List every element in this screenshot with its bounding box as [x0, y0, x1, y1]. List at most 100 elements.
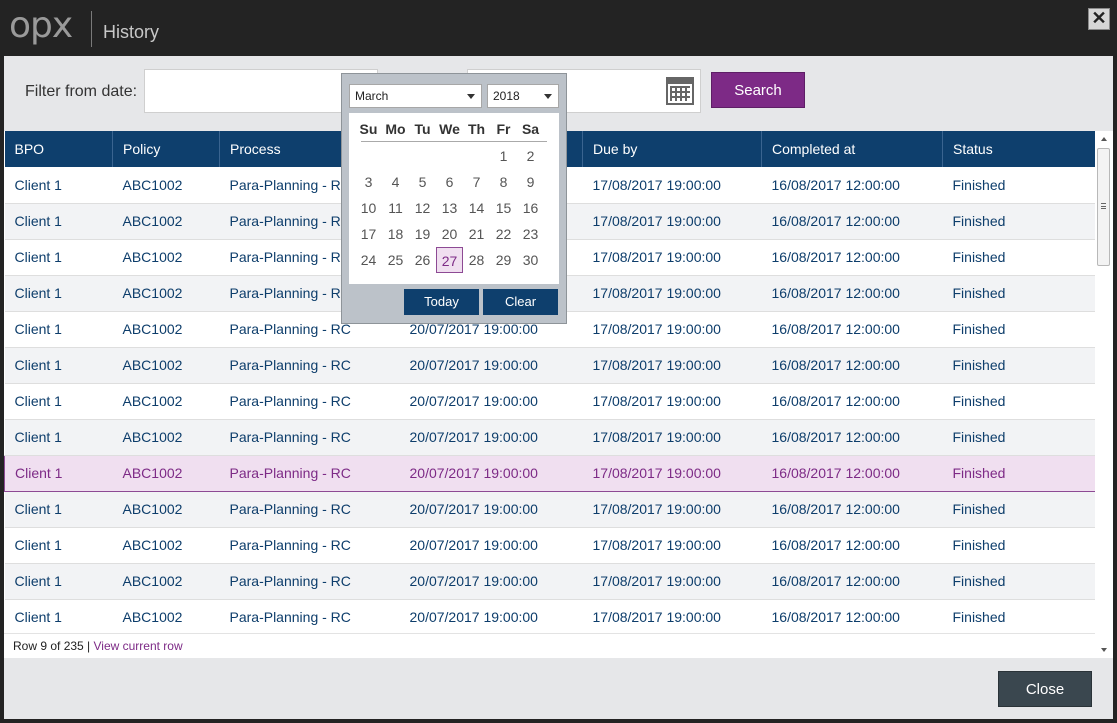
calendar-day[interactable]: 25 — [382, 247, 409, 273]
calendar-day[interactable]: 3 — [355, 169, 382, 195]
table-cell: 17/08/2017 19:00:00 — [582, 311, 762, 348]
month-select[interactable]: March — [349, 84, 482, 108]
calendar-day[interactable]: 6 — [436, 169, 463, 195]
table-cell: ABC1002 — [112, 491, 220, 528]
weekday-header-row: Su Mo Tu We Th Fr Sa — [355, 116, 545, 142]
table-row[interactable]: Client 1 ABC1002 Para-Planning - RC 20/07/2… — [4, 563, 1095, 600]
calendar-day[interactable]: 18 — [382, 221, 409, 247]
today-button[interactable]: Today — [404, 289, 479, 315]
close-icon: ✕ — [1091, 8, 1107, 28]
calendar-day[interactable]: 11 — [382, 195, 409, 221]
table-cell: 17/08/2017 19:00:00 — [582, 239, 762, 276]
table-cell: ABC1002 — [112, 599, 220, 636]
calendar-day[interactable]: 5 — [409, 169, 436, 195]
table-cell: Para-Planning - RC — [219, 491, 400, 528]
calendar-week-row: 10 11 12 13 14 15 16 — [355, 195, 545, 221]
calendar-day[interactable]: 27 — [436, 247, 463, 273]
vertical-scrollbar[interactable] — [1095, 131, 1113, 658]
calendar-day[interactable]: 22 — [490, 221, 517, 247]
table-row[interactable]: Client 1 ABC1002 Para-Planning - RC 20/07/2… — [4, 383, 1095, 420]
calendar-day[interactable]: 26 — [409, 247, 436, 273]
month-value: March — [355, 89, 389, 103]
scroll-up-icon[interactable] — [1101, 137, 1107, 141]
table-row[interactable]: Client 1 ABC1002 Para-Planning - RC 20/07/2… — [4, 419, 1095, 456]
search-button[interactable]: Search — [711, 72, 805, 108]
window-title: History — [103, 22, 160, 42]
window-close-button[interactable]: ✕ — [1088, 8, 1110, 30]
table-cell: Finished — [942, 454, 1095, 492]
table-cell: ABC1002 — [112, 167, 220, 204]
table-cell: 16/08/2017 12:00:00 — [761, 599, 943, 636]
table-row[interactable]: Client 1 ABC1002 Para-Planning - RC 20/07/2… — [4, 527, 1095, 564]
calendar-day[interactable]: 15 — [490, 195, 517, 221]
table-row[interactable]: Client 1 ABC1002 Para-Planning - RC 20/07/2… — [4, 491, 1095, 528]
calendar-day[interactable]: 7 — [463, 169, 490, 195]
calendar-day[interactable]: 4 — [382, 169, 409, 195]
table-cell: Finished — [942, 527, 1095, 564]
calendar-day[interactable]: 29 — [490, 247, 517, 273]
calendar-day[interactable]: 12 — [409, 195, 436, 221]
table-cell: Finished — [942, 275, 1095, 312]
column-header[interactable]: BPO — [4, 131, 113, 167]
calendar-day[interactable]: 14 — [463, 195, 490, 221]
calendar-week-row: 3456789 — [355, 169, 545, 195]
table-cell: ABC1002 — [112, 454, 220, 492]
table-row[interactable]: Client 1 ABC1002 Para-Planning - RC 20/07/2… — [4, 454, 1095, 492]
chevron-down-icon — [467, 94, 475, 99]
opx-logo: opx — [9, 5, 73, 46]
filter-from-label: Filter from date: — [25, 83, 138, 100]
table-cell: 20/07/2017 19:00:00 — [399, 563, 583, 600]
calendar-day[interactable]: 21 — [463, 221, 490, 247]
table-row[interactable]: Client 1 ABC1002 Para-Planning - RC 20/07/2… — [4, 599, 1095, 636]
table-cell: Client 1 — [4, 167, 113, 204]
calendar-day[interactable]: 17 — [355, 221, 382, 247]
table-row[interactable]: Client 1 ABC1002 Para-Planning - RC 20/07/2… — [4, 347, 1095, 384]
calendar-day[interactable]: 2 — [517, 143, 544, 169]
calendar-day[interactable]: 1 — [490, 143, 517, 169]
table-cell: 16/08/2017 12:00:00 — [761, 347, 943, 384]
table-cell: ABC1002 — [112, 311, 220, 348]
table-cell: ABC1002 — [112, 203, 220, 240]
view-current-row-link[interactable]: View current row — [94, 639, 183, 653]
table-cell: 20/07/2017 19:00:00 — [399, 347, 583, 384]
table-cell: Client 1 — [4, 383, 113, 420]
table-cell: 17/08/2017 19:00:00 — [582, 167, 762, 204]
table-cell: 16/08/2017 12:00:00 — [761, 167, 943, 204]
table-cell: 20/07/2017 19:00:00 — [399, 491, 583, 528]
column-header[interactable]: Completed at — [761, 131, 943, 167]
table-cell: 17/08/2017 19:00:00 — [582, 454, 762, 492]
table-cell: 20/07/2017 19:00:00 — [399, 419, 583, 456]
calendar-day[interactable]: 10 — [355, 195, 382, 221]
year-select[interactable]: 2018 — [487, 84, 559, 108]
calendar-day[interactable]: 8 — [490, 169, 517, 195]
calendar-day[interactable]: 19 — [409, 221, 436, 247]
table-cell: Finished — [942, 167, 1095, 204]
calendar-day[interactable]: 23 — [517, 221, 544, 247]
calendar-day[interactable]: 24 — [355, 247, 382, 273]
table-cell: Client 1 — [4, 311, 113, 348]
table-cell: Para-Planning - RC — [219, 527, 400, 564]
calendar-day[interactable]: 28 — [463, 247, 490, 273]
calendar-empty-day — [436, 143, 463, 169]
calendar-day[interactable]: 30 — [517, 247, 544, 273]
table-cell: Client 1 — [4, 599, 113, 636]
weekday-label: Th — [467, 121, 486, 137]
column-header[interactable]: Due by — [582, 131, 762, 167]
scroll-down-icon[interactable] — [1101, 648, 1107, 652]
calendar-day[interactable]: 9 — [517, 169, 544, 195]
table-cell: Finished — [942, 347, 1095, 384]
calendar-week-row: 17 18 19 20 21 22 23 — [355, 221, 545, 247]
table-cell: Client 1 — [4, 239, 113, 276]
close-button[interactable]: Close — [998, 671, 1092, 707]
table-cell: Finished — [942, 563, 1095, 600]
weekday-label: Mo — [385, 121, 406, 137]
calendar-day[interactable]: 20 — [436, 221, 463, 247]
table-cell: Client 1 — [4, 454, 113, 492]
column-header[interactable]: Status — [942, 131, 1095, 167]
calendar-icon[interactable] — [666, 77, 694, 105]
clear-button[interactable]: Clear — [483, 289, 558, 315]
scrollbar-thumb[interactable] — [1097, 148, 1110, 266]
calendar-day[interactable]: 16 — [517, 195, 544, 221]
column-header[interactable]: Policy — [112, 131, 220, 167]
calendar-day[interactable]: 13 — [436, 195, 463, 221]
